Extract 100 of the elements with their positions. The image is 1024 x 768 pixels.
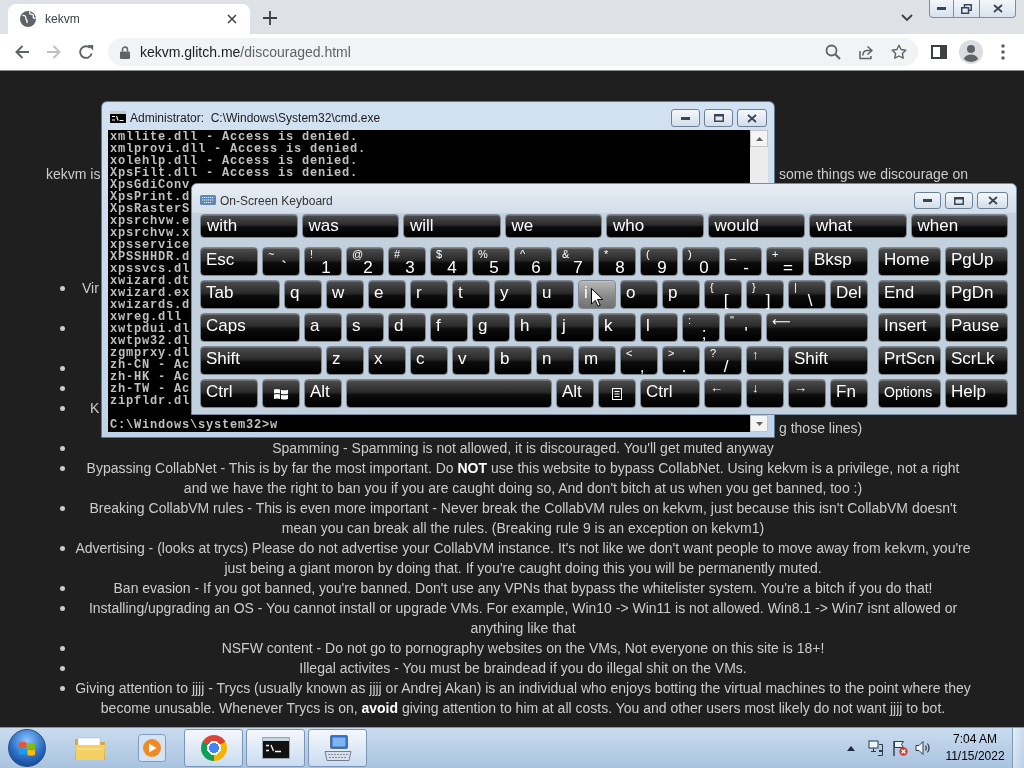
caret-up-icon[interactable] (847, 745, 855, 751)
keyboard-key[interactable]: PrtScn (878, 346, 941, 375)
keyboard-key[interactable]: q (284, 280, 322, 309)
keyboard-key[interactable]: k (598, 313, 636, 342)
minimize-button[interactable] (929, 0, 954, 18)
keyboard-key[interactable]: * 8 (598, 247, 636, 276)
keyboard-key[interactable]: h (514, 313, 552, 342)
keyboard-key[interactable]: u (536, 280, 574, 309)
keyboard-key[interactable]: Help (945, 379, 1008, 408)
speaker-icon[interactable] (915, 740, 931, 756)
keyboard-key[interactable]: % 5 (472, 247, 510, 276)
keyboard-key[interactable]: o (620, 280, 658, 309)
keyboard-key[interactable]: Bksp (808, 247, 868, 276)
keyboard-key[interactable]: z (326, 346, 364, 375)
address-bar[interactable]: kekvm.glitch.me/discouraged.html (108, 38, 918, 66)
keyboard-key[interactable]: Alt (304, 379, 342, 408)
maximize-button[interactable] (704, 109, 733, 127)
suggestion-key[interactable]: when (910, 214, 1008, 238)
suggestion-key[interactable]: who (606, 214, 704, 238)
keyboard-key[interactable]: ^ 6 (514, 247, 552, 276)
search-icon[interactable] (825, 44, 841, 60)
start-button[interactable] (8, 729, 46, 767)
keyboard-key[interactable]: Insert (878, 313, 941, 342)
minimize-button[interactable] (914, 192, 941, 209)
keyboard-key[interactable]: Pause (945, 313, 1008, 342)
star-icon[interactable] (891, 44, 907, 60)
keyboard-key[interactable]: > . (662, 346, 700, 375)
close-button[interactable] (737, 109, 767, 127)
keyboard-key[interactable]: f (430, 313, 468, 342)
keyboard-key[interactable]: + = (766, 247, 804, 276)
keyboard-key[interactable]: j (556, 313, 594, 342)
keyboard-key[interactable]: Fn (830, 379, 868, 408)
suggestion-key[interactable]: what (809, 214, 907, 238)
suggestion-key[interactable]: would (707, 214, 805, 238)
keyboard-key[interactable]: p (662, 280, 700, 309)
keyboard-key[interactable]: t (452, 280, 490, 309)
keyboard-key[interactable]: n (536, 346, 574, 375)
keyboard-key[interactable]: s (346, 313, 384, 342)
minimize-button[interactable] (671, 109, 700, 127)
chevron-down-icon[interactable] (901, 14, 913, 22)
taskbar-button[interactable] (246, 729, 305, 767)
keyboard-key[interactable] (262, 379, 300, 408)
keyboard-key[interactable]: " ' (724, 313, 762, 342)
keyboard-key[interactable]: x (368, 346, 406, 375)
clock-date[interactable]: 11/15/2022 (945, 748, 1005, 765)
keyboard-key[interactable]: } ] (746, 280, 784, 309)
suggestion-key[interactable]: will (403, 214, 501, 238)
network-icon[interactable] (868, 740, 884, 756)
keyboard-key[interactable]: Shift (200, 346, 322, 375)
keyboard-key[interactable]: y (494, 280, 532, 309)
back-icon[interactable] (14, 44, 30, 60)
keyboard-key[interactable]: Esc (200, 247, 258, 276)
scroll-up-button[interactable] (750, 130, 768, 147)
keyboard-key[interactable]: ~ ` (262, 247, 300, 276)
reload-icon[interactable] (78, 44, 94, 60)
suggestion-key[interactable]: was (301, 214, 399, 238)
keyboard-key[interactable]: ! 1 (304, 247, 342, 276)
keyboard-key[interactable]: r (410, 280, 448, 309)
keyboard-key[interactable]: Ctrl (200, 379, 258, 408)
keyboard-key[interactable]: Del (830, 280, 868, 309)
keyboard-key[interactable]: g (472, 313, 510, 342)
keyboard-key[interactable]: Shift (788, 346, 868, 375)
keyboard-key[interactable]: { [ (704, 280, 742, 309)
keyboard-key[interactable]: m (578, 346, 616, 375)
menu-icon[interactable] (1001, 44, 1005, 60)
keyboard-key[interactable]: ↑ (746, 346, 784, 375)
clock-time[interactable]: 7:04 AM (953, 731, 997, 748)
keyboard-key[interactable]: Ctrl (640, 379, 700, 408)
keyboard-key[interactable]: w (326, 280, 364, 309)
keyboard-key[interactable]: _ - (724, 247, 762, 276)
keyboard-key[interactable]: ScrLk (945, 346, 1008, 375)
suggestion-key[interactable]: we (504, 214, 602, 238)
keyboard-key[interactable]: ? / (704, 346, 742, 375)
keyboard-key[interactable]: Caps (200, 313, 300, 342)
scroll-down-button[interactable] (750, 415, 768, 432)
keyboard-key[interactable]: → (788, 379, 826, 408)
keyboard-key[interactable]: < , (620, 346, 658, 375)
keyboard-key[interactable]: ( 9 (640, 247, 678, 276)
keyboard-key[interactable]: ↓ (746, 379, 784, 408)
keyboard-key[interactable]: Home (878, 247, 941, 276)
keyboard-key[interactable]: @ 2 (346, 247, 384, 276)
side-panel-icon[interactable] (931, 45, 947, 59)
keyboard-key[interactable]: : ; (682, 313, 720, 342)
maximize-button[interactable] (945, 192, 973, 209)
keyboard-key[interactable]: End (878, 280, 941, 309)
keyboard-key[interactable]: & 7 (556, 247, 594, 276)
share-icon[interactable] (858, 44, 874, 60)
keyboard-key[interactable]: Tab (200, 280, 280, 309)
close-button[interactable] (977, 192, 1008, 209)
browser-tab[interactable]: kekvm (8, 4, 250, 34)
keyboard-key[interactable]: PgUp (945, 247, 1008, 276)
keyboard-key[interactable]: # 3 (388, 247, 426, 276)
keyboard-key[interactable]: Options (878, 379, 941, 408)
keyboard-key[interactable]: l (640, 313, 678, 342)
play-icon[interactable] (137, 734, 166, 762)
close-icon[interactable] (227, 14, 237, 24)
close-button[interactable] (980, 0, 1016, 18)
keyboard-key[interactable]: PgDn (945, 280, 1008, 309)
plus-icon[interactable] (263, 11, 277, 25)
keyboard-key[interactable]: v (452, 346, 490, 375)
